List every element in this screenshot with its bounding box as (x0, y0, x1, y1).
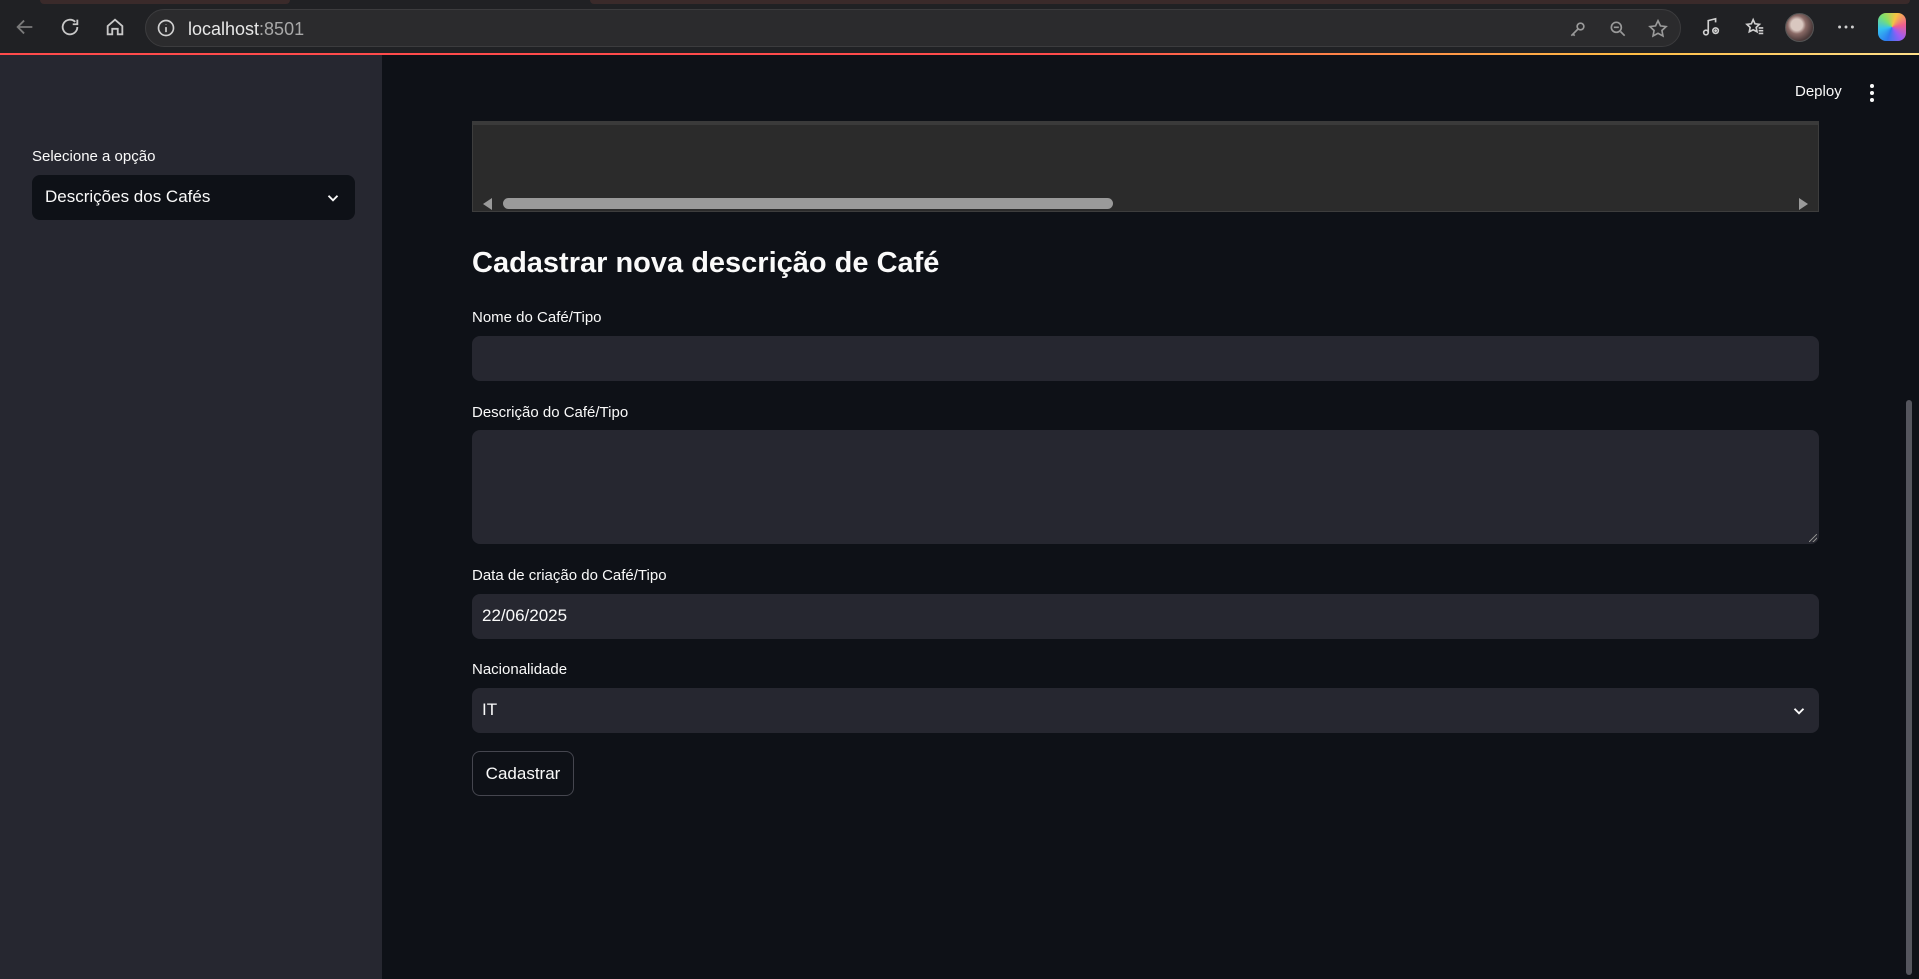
name-label: Nome do Café/Tipo (472, 309, 602, 326)
nationality-label: Nacionalidade (472, 661, 568, 678)
favorites-icon[interactable] (1740, 12, 1770, 42)
info-icon[interactable] (156, 18, 176, 38)
date-input-value: 22/06/2025 (482, 606, 568, 625)
scroll-right-arrow[interactable] (1799, 198, 1808, 210)
page-scrollbar[interactable] (1906, 400, 1912, 975)
reload-icon (61, 18, 79, 36)
address-bar[interactable]: localhost:8501 (145, 9, 1681, 47)
dataframe-table[interactable] (472, 121, 1819, 212)
sidebar-select-label: Selecione a opção (32, 148, 156, 165)
description-textarea[interactable] (472, 430, 1819, 544)
zoom-out-icon[interactable] (1606, 17, 1630, 41)
tab-edge (590, 0, 1910, 4)
browser-toolbar: localhost:8501 (0, 0, 1919, 54)
sidebar: Selecione a opção Descrições dos Cafés (0, 55, 382, 979)
star-icon[interactable] (1646, 17, 1670, 41)
date-label: Data de criação do Café/Tipo (472, 567, 667, 584)
profile-avatar[interactable] (1785, 13, 1814, 42)
nationality-select[interactable]: IT (472, 688, 1819, 733)
reload-button[interactable] (55, 12, 85, 42)
tab-edge (40, 0, 290, 4)
kebab-menu-icon[interactable] (1862, 82, 1882, 104)
url-port: :8501 (259, 19, 305, 39)
media-icon[interactable] (1696, 12, 1726, 42)
option-select-value: Descrições dos Cafés (45, 187, 211, 206)
resize-grip[interactable] (1809, 534, 1817, 542)
home-button[interactable] (100, 12, 130, 42)
copilot-icon[interactable] (1878, 13, 1906, 41)
option-select[interactable]: Descrições dos Cafés (32, 175, 355, 220)
nationality-select-value: IT (482, 700, 498, 719)
chevron-down-icon (1793, 708, 1805, 715)
scroll-thumb[interactable] (503, 198, 1113, 209)
back-icon (16, 19, 33, 35)
name-input[interactable] (472, 336, 1819, 381)
url-text[interactable]: localhost:8501 (188, 19, 304, 40)
date-input[interactable]: 22/06/2025 (472, 594, 1819, 639)
chevron-down-icon (327, 195, 339, 202)
description-label: Descrição do Café/Tipo (472, 404, 629, 421)
key-icon[interactable] (1566, 17, 1590, 41)
more-icon[interactable] (1831, 12, 1861, 42)
submit-button[interactable]: Cadastrar (472, 751, 574, 796)
horizontal-scrollbar[interactable] (473, 193, 1818, 211)
deploy-button[interactable]: Deploy (1795, 83, 1842, 100)
form-title: Cadastrar nova descrição de Café (472, 247, 940, 279)
scroll-left-arrow[interactable] (483, 198, 492, 210)
back-button[interactable] (10, 12, 40, 42)
url-host: localhost (188, 19, 260, 39)
home-icon (106, 18, 124, 36)
